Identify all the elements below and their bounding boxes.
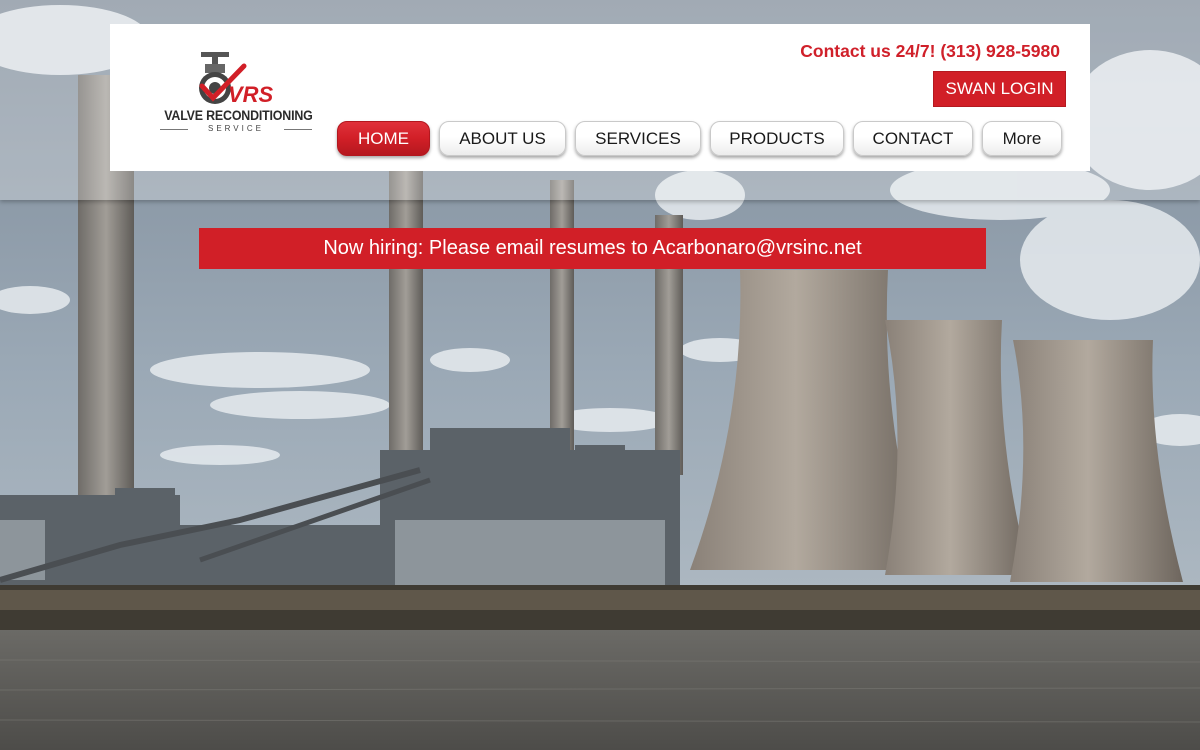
- logo-divider: [160, 129, 188, 130]
- site-header: VRS VALVE RECONDITIONING SERVICE Contact…: [110, 24, 1090, 171]
- nav-services[interactable]: SERVICES: [575, 121, 701, 156]
- logo-mark: VRS: [228, 82, 274, 107]
- nav-products[interactable]: PRODUCTS: [710, 121, 844, 156]
- nav-home[interactable]: HOME: [337, 121, 430, 156]
- logo-divider: [284, 129, 312, 130]
- logo-company-name: VALVE RECONDITIONING: [164, 108, 313, 123]
- nav-more[interactable]: More: [982, 121, 1062, 156]
- logo-subtitle: SERVICE: [208, 124, 264, 133]
- nav-about-us[interactable]: ABOUT US: [439, 121, 566, 156]
- page: VRS VALVE RECONDITIONING SERVICE Contact…: [0, 0, 1200, 750]
- swan-login-button[interactable]: SWAN LOGIN: [933, 71, 1066, 107]
- contact-phone[interactable]: Contact us 24/7! (313) 928-5980: [800, 41, 1060, 62]
- vrs-logo[interactable]: VRS VALVE RECONDITIONING SERVICE: [158, 50, 314, 140]
- hiring-banner[interactable]: Now hiring: Please email resumes to Acar…: [199, 228, 986, 269]
- valve-icon: VRS: [199, 52, 274, 107]
- nav-contact[interactable]: CONTACT: [853, 121, 973, 156]
